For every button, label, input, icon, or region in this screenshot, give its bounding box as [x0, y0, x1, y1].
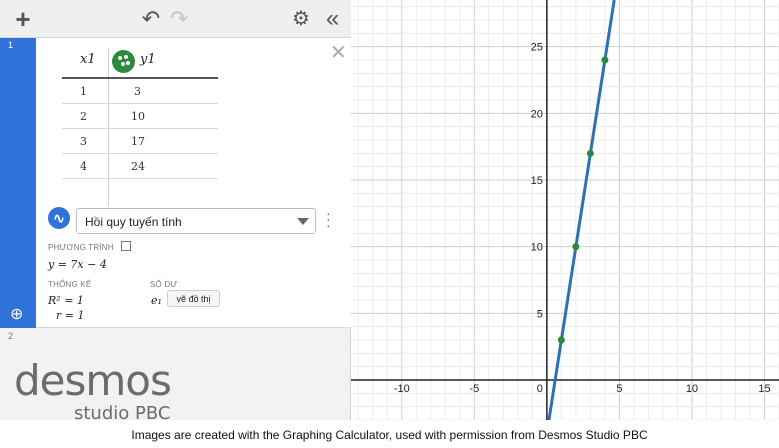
gear-icon[interactable]: ⚙ [288, 6, 314, 32]
residual-variable: e₁ [151, 294, 162, 307]
more-options-icon[interactable]: · · · [326, 206, 331, 232]
expression-tab[interactable]: 1 ⊕ [0, 38, 36, 328]
x-tick-label: 0 [537, 383, 543, 395]
data-point [557, 336, 565, 344]
table-header-y[interactable]: y1 [140, 52, 156, 67]
graph-background [351, 0, 779, 420]
y-tick-label: 20 [531, 108, 543, 120]
table-cell[interactable]: 24 [131, 160, 145, 173]
plus-icon[interactable]: + [10, 6, 36, 32]
chevron-down-icon [297, 218, 309, 225]
table-cell[interactable]: 3 [80, 135, 87, 148]
y-tick-label: 10 [531, 242, 543, 254]
table-header-x[interactable]: x1 [80, 52, 96, 67]
r-squared-value: R² = 1 [48, 294, 84, 307]
desmos-logo-subtitle: studio PBC [74, 403, 171, 424]
data-point [586, 149, 594, 157]
plot-residuals-button[interactable]: vẽ đồ thị [167, 290, 220, 307]
row-divider [62, 153, 218, 154]
table-cell[interactable]: 10 [131, 110, 145, 123]
copy-icon[interactable] [121, 241, 131, 251]
regression-equation: y = 7x − 4 [48, 258, 107, 271]
redo-icon[interactable]: ↷ [166, 6, 192, 32]
table-cell[interactable]: 2 [80, 110, 87, 123]
regression-type-dropdown[interactable]: Hồi quy tuyến tính [76, 208, 316, 234]
x-tick-label: 15 [758, 383, 770, 395]
expression-number: 1 [8, 40, 14, 50]
table-cell[interactable]: 3 [134, 85, 141, 98]
expression-number: 2 [8, 331, 14, 341]
y-tick-label: 15 [531, 175, 543, 187]
residuals-label: SỐ DƯ [150, 280, 178, 289]
graph-canvas[interactable]: -10 -5 0 5 10 15 5 10 15 20 25 [351, 0, 779, 420]
regression-type-label: Hồi quy tuyến tính [85, 215, 182, 229]
y-tick-label: 5 [537, 308, 543, 320]
x-tick-label: -10 [394, 383, 410, 395]
data-point [572, 243, 580, 251]
close-icon[interactable]: ✕ [330, 40, 347, 65]
equation-label: PHƯƠNG TRÌNH [48, 243, 114, 252]
point-style-icon[interactable] [112, 50, 135, 73]
row-divider [62, 103, 218, 104]
regression-icon: ∿ [48, 207, 70, 229]
r-value: r = 1 [56, 309, 85, 322]
y-tick-label: 25 [531, 42, 543, 54]
statistics-label: THỐNG KÊ [48, 280, 92, 289]
row-divider [62, 128, 218, 129]
double-chevron-left-icon[interactable]: « [318, 6, 344, 32]
expression-toolbar: + ↶ ↷ ⚙ « [0, 0, 351, 38]
image-caption: Images are created with the Graphing Cal… [131, 428, 648, 442]
x-tick-label: 5 [616, 383, 622, 395]
table-cell[interactable]: 17 [131, 135, 145, 148]
x-tick-label: -5 [469, 383, 479, 395]
undo-icon[interactable]: ↶ [138, 6, 164, 32]
expression-item[interactable]: 1 ⊕ ✕ x1 y1 1 3 2 10 3 17 4 24 ∿ Hồi quy… [0, 38, 351, 328]
table-divider [108, 48, 109, 206]
table-header-rule [62, 77, 218, 79]
desmos-logo: desmos [14, 356, 172, 405]
zoom-fit-icon[interactable]: ⊕ [10, 304, 23, 324]
row-divider [62, 178, 218, 179]
data-point [601, 56, 609, 64]
x-tick-label: 10 [686, 383, 698, 395]
table-cell[interactable]: 1 [80, 85, 87, 98]
table-cell[interactable]: 4 [80, 160, 87, 173]
